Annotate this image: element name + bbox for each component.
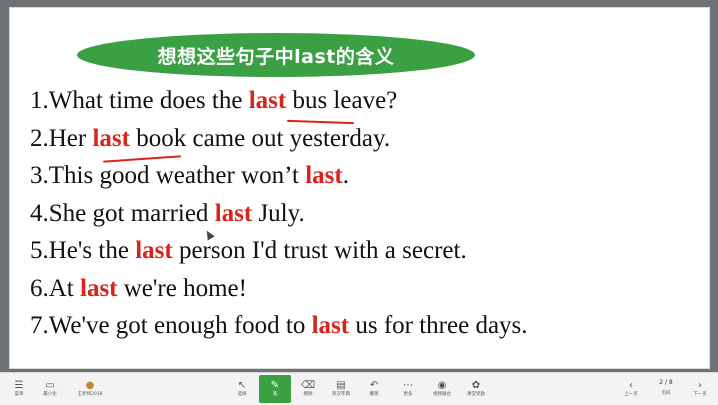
sentence-3: 3.This good weather won’t last.	[30, 157, 528, 195]
keyword-last: last	[214, 199, 253, 227]
sentence-text: bus leave?	[286, 87, 398, 114]
menu-button[interactable]: ☰ 菜单	[3, 375, 35, 403]
minimize-button[interactable]: ▭ 最小化	[34, 375, 66, 403]
user-label: 王老师2018	[77, 392, 103, 397]
pen-label: 笔	[272, 392, 278, 397]
sentence-text: 7.We've got enough food to	[30, 312, 312, 339]
sentence-5: 5.He's the last person I'd trust with a …	[30, 232, 528, 270]
undo-label: 撤销	[369, 392, 379, 397]
pen-tool-button[interactable]: ✎ 笔	[259, 375, 291, 403]
gift-icon: ✿	[471, 380, 481, 391]
camera-icon: ◉	[437, 380, 447, 391]
dictionary-label: 英汉字典	[332, 392, 350, 397]
slide-title: 想想这些句子中last的含义	[157, 45, 395, 68]
page-number-button[interactable]: 页码	[650, 385, 682, 403]
chevron-left-icon: ‹	[629, 380, 633, 391]
prev-page-button[interactable]: ‹ 上一页	[615, 375, 647, 403]
chevron-right-icon: ›	[698, 380, 702, 391]
sentence-text: person I'd trust with a secret.	[172, 237, 467, 264]
keyword-last: last	[80, 274, 118, 302]
sentence-2: 2.Her last book came out yesterday.	[30, 120, 528, 158]
undo-icon: ↶	[369, 380, 379, 391]
sentence-text: .	[342, 162, 349, 189]
undo-button[interactable]: ↶ 撤销	[358, 375, 390, 403]
keyword-last: last	[305, 162, 343, 189]
cursor-icon: ↖	[237, 380, 247, 391]
avatar-icon: ●	[85, 380, 95, 391]
keyword-last: last	[135, 237, 173, 264]
keyword-last: last	[248, 87, 287, 114]
pages-label: 页码	[661, 391, 671, 396]
sentence-4: 4.She got married last July.	[30, 195, 528, 233]
sentence-7: 7.We've got enough food to last us for t…	[30, 307, 528, 345]
sentence-text: us for three days.	[349, 312, 528, 339]
board-icon: ▭	[45, 380, 55, 391]
select-tool-button[interactable]: ↖ 选择	[226, 375, 258, 403]
reward-label: 课堂奖励	[467, 392, 485, 397]
more-label: 更多	[403, 392, 413, 397]
minimize-label: 最小化	[43, 392, 57, 397]
sentence-6: 6.At last we're home!	[30, 270, 528, 308]
sentence-text: book came out yesterday.	[129, 124, 391, 152]
eraser-label: 擦除	[303, 392, 313, 397]
menu-icon: ☰	[14, 380, 24, 391]
dictionary-button[interactable]: ▤ 英汉字典	[325, 375, 357, 403]
prev-label: 上一页	[624, 392, 638, 397]
more-button[interactable]: ⋯ 更多	[392, 375, 424, 403]
bottom-toolbar: ☰ 菜单 ▭ 最小化 ● 王老师2018 ↖ 选择 ✎ 笔 ⌫ 擦除 ▤ 英汉字…	[0, 372, 718, 405]
sentence-text: 4.She got married	[30, 199, 215, 227]
select-label: 选择	[237, 392, 247, 397]
keyword-last: last	[311, 312, 350, 339]
next-label: 下一页	[693, 392, 707, 397]
keyword-last: last	[92, 124, 130, 152]
sentence-list: 1.What time does the last bus leave? 2.H…	[30, 82, 528, 345]
book-icon: ▤	[336, 380, 346, 391]
sentence-text: we're home!	[117, 274, 247, 302]
reward-button[interactable]: ✿ 课堂奖励	[460, 375, 492, 403]
menu-label: 菜单	[14, 392, 24, 397]
user-button[interactable]: ● 王老师2018	[72, 375, 108, 403]
sentence-text: 3.This good weather won’t	[30, 162, 306, 189]
sentence-text: 1.What time does the	[30, 87, 249, 114]
next-page-button[interactable]: › 下一页	[684, 375, 716, 403]
camera-button[interactable]: ◉ 视频展台	[426, 375, 458, 403]
more-icon: ⋯	[403, 380, 413, 391]
camera-label: 视频展台	[433, 392, 451, 397]
eraser-tool-button[interactable]: ⌫ 擦除	[292, 375, 324, 403]
sentence-text: July.	[252, 199, 305, 227]
title-banner: 想想这些句子中last的含义	[77, 33, 475, 77]
eraser-icon: ⌫	[300, 380, 316, 391]
sentence-1: 1.What time does the last bus leave?	[30, 82, 528, 120]
sentence-text: 6.At	[30, 274, 80, 302]
pen-icon: ✎	[270, 380, 280, 391]
sentence-text: 2.Her	[30, 124, 93, 152]
sentence-text: 5.He's the	[30, 237, 136, 264]
